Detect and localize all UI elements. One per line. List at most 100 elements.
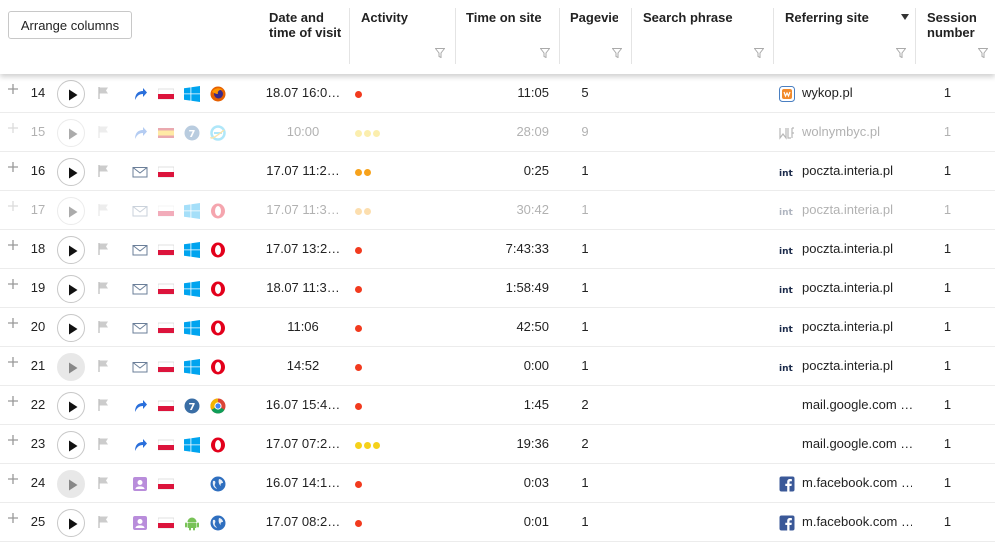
play-visit-button[interactable] [57, 197, 85, 225]
row-number: 25 [30, 514, 46, 529]
bookmark-flag-icon[interactable] [96, 242, 110, 256]
column-header-search-phrase[interactable]: Search phrase [643, 10, 769, 64]
expand-plus-icon[interactable] [7, 83, 19, 95]
table-row[interactable]: 24 16.07 14:1… 0:03 1 m.facebook.com … 1 [0, 464, 995, 503]
table-row[interactable]: 18 17.07 13:2… 7:43:33 1 int poczta.interia.p… [0, 230, 995, 269]
wykop-icon [779, 86, 795, 102]
table-row[interactable]: 14 18.07 16:0… 11:05 5 wykop.pl 1 [0, 74, 995, 113]
play-visit-button[interactable] [57, 314, 85, 342]
expand-plus-icon[interactable] [7, 512, 19, 524]
play-visit-button[interactable] [57, 431, 85, 459]
expand-plus-icon[interactable] [7, 122, 19, 134]
expand-plus-icon[interactable] [7, 161, 19, 173]
referring-site-link[interactable]: poczta.interia.pl [802, 163, 912, 178]
activity-dot [355, 169, 362, 176]
filter-icon[interactable] [540, 48, 550, 58]
bookmark-flag-icon[interactable] [96, 203, 110, 217]
filter-icon[interactable] [978, 48, 988, 58]
flag-poland-icon [157, 515, 175, 531]
android-icon [184, 515, 200, 531]
bookmark-flag-icon[interactable] [96, 86, 110, 100]
flag-poland-icon [157, 437, 175, 453]
table-row[interactable]: 19 18.07 11:3… 1:58:49 1 int poczta.interia.p… [0, 269, 995, 308]
time-on-site: 28:09 [516, 124, 549, 139]
time-on-site: 19:36 [516, 436, 549, 451]
expand-plus-icon[interactable] [7, 434, 19, 446]
windows-icon [184, 320, 200, 336]
table-row[interactable]: 21 14:52 0:00 1 int poczta.interia.pl 1 [0, 347, 995, 386]
play-visit-button[interactable] [57, 158, 85, 186]
table-row[interactable]: 17 17.07 11:3… 30:42 1 int poczta.interia.pl 1 [0, 191, 995, 230]
column-divider[interactable] [455, 8, 456, 64]
expand-plus-icon[interactable] [7, 473, 19, 485]
windows-icon [184, 242, 200, 258]
column-divider[interactable] [915, 8, 916, 64]
bookmark-flag-icon[interactable] [96, 476, 110, 490]
play-visit-button[interactable] [57, 119, 85, 147]
referring-site-link[interactable]: m.facebook.com … [802, 475, 912, 490]
play-visit-button[interactable] [57, 509, 85, 537]
play-visit-button[interactable] [57, 236, 85, 264]
arrange-columns-button[interactable]: Arrange columns [8, 11, 132, 39]
column-header-pageviews[interactable]: Pagevie [570, 10, 618, 64]
filter-icon[interactable] [754, 48, 764, 58]
session-number: 1 [943, 319, 952, 334]
visit-date: 14:52 [286, 358, 320, 373]
table-row[interactable]: 22 7 16.07 15:4… 1:45 2 mail.google.com … 1 [0, 386, 995, 425]
column-header-referring-site[interactable]: Referring site [785, 10, 895, 64]
activity-dot [355, 442, 362, 449]
referring-site-link[interactable]: mail.google.com … [802, 397, 912, 412]
referring-site-link[interactable]: m.facebook.com … [802, 514, 912, 529]
bookmark-flag-icon[interactable] [96, 320, 110, 334]
referring-site-link[interactable]: poczta.interia.pl [802, 280, 912, 295]
bookmark-flag-icon[interactable] [96, 359, 110, 373]
play-visit-button[interactable] [57, 353, 85, 381]
table-row[interactable]: 23 17.07 07:2… 19:36 2 mail.google.com … 1 [0, 425, 995, 464]
play-visit-button[interactable] [57, 470, 85, 498]
referring-site-link[interactable]: wykop.pl [802, 85, 912, 100]
filter-icon[interactable] [896, 48, 906, 58]
bookmark-flag-icon[interactable] [96, 437, 110, 451]
referring-site-link[interactable]: poczta.interia.pl [802, 319, 912, 334]
opera-icon [210, 359, 226, 375]
expand-plus-icon[interactable] [7, 356, 19, 368]
pageviews: 1 [581, 319, 589, 334]
play-visit-button[interactable] [57, 392, 85, 420]
referring-site-link[interactable]: wolnymbyc.pl [802, 124, 912, 139]
bookmark-flag-icon[interactable] [96, 281, 110, 295]
expand-plus-icon[interactable] [7, 317, 19, 329]
table-row[interactable]: 16 17.07 11:2… 0:25 1 int poczta.interia.pl 1 [0, 152, 995, 191]
play-visit-button[interactable] [57, 80, 85, 108]
activity-dot [364, 208, 371, 215]
column-divider[interactable] [773, 8, 774, 64]
time-on-site: 11:05 [517, 85, 549, 100]
expand-plus-icon[interactable] [7, 278, 19, 290]
column-divider[interactable] [559, 8, 560, 64]
column-header-date[interactable]: Date and time of visit [269, 10, 347, 64]
visit-date: 18.07 16:0… [265, 85, 341, 100]
referring-site-link[interactable]: poczta.interia.pl [802, 241, 912, 256]
play-visit-button[interactable] [57, 275, 85, 303]
referring-site-link[interactable]: mail.google.com … [802, 436, 912, 451]
expand-plus-icon[interactable] [7, 395, 19, 407]
expand-plus-icon[interactable] [7, 200, 19, 212]
column-divider[interactable] [631, 8, 632, 64]
filter-icon[interactable] [435, 48, 445, 58]
interia-icon: int [779, 203, 795, 219]
table-row[interactable]: 25 17.07 08:2… 0:01 1 m.facebook.com … 1 [0, 503, 995, 542]
bookmark-flag-icon[interactable] [96, 398, 110, 412]
filter-icon[interactable] [612, 48, 622, 58]
facebook-icon [779, 476, 795, 492]
sort-descending-icon[interactable] [901, 14, 909, 20]
referring-site-link[interactable]: poczta.interia.pl [802, 358, 912, 373]
column-divider[interactable] [349, 8, 350, 64]
referring-site-link[interactable]: poczta.interia.pl [802, 202, 912, 217]
table-row[interactable]: 15 7 10:00 28:09 9 wolnymbyc.pl 1 [0, 113, 995, 152]
table-row[interactable]: 20 11:06 42:50 1 int poczta.interia.pl 1 [0, 308, 995, 347]
expand-plus-icon[interactable] [7, 239, 19, 251]
bookmark-flag-icon[interactable] [96, 164, 110, 178]
activity-dot [373, 130, 380, 137]
activity-dot [355, 208, 362, 215]
bookmark-flag-icon[interactable] [96, 125, 110, 139]
bookmark-flag-icon[interactable] [96, 515, 110, 529]
